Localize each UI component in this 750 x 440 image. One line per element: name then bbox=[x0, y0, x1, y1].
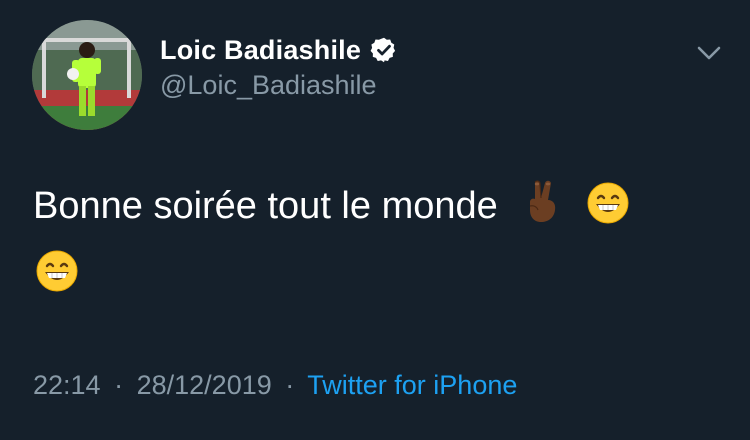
tweet-time[interactable]: 22:14 bbox=[33, 370, 101, 400]
tweet-body: Bonne soirée tout le monde bbox=[33, 185, 498, 227]
tweet-date[interactable]: 28/12/2019 bbox=[137, 370, 272, 400]
author-name-row[interactable]: Loic Badiashile bbox=[160, 30, 398, 70]
grinning-face-smiling-eyes-icon bbox=[36, 249, 78, 311]
tweet-meta: 22:14 · 28/12/2019 · Twitter for iPhone bbox=[33, 370, 517, 401]
meta-separator: · bbox=[114, 370, 124, 400]
tweet-source-link[interactable]: Twitter for iPhone bbox=[307, 370, 517, 400]
chevron-down-icon[interactable] bbox=[692, 38, 726, 68]
verified-badge-icon bbox=[370, 36, 398, 64]
victory-hand-icon bbox=[522, 178, 564, 243]
meta-separator: · bbox=[285, 370, 295, 400]
avatar-photo bbox=[32, 20, 142, 130]
avatar[interactable] bbox=[32, 20, 142, 130]
display-name[interactable]: Loic Badiashile bbox=[160, 35, 361, 66]
tweet-text: Bonne soirée tout le monde bbox=[33, 175, 723, 311]
author-handle[interactable]: @Loic_Badiashile bbox=[160, 70, 377, 101]
grinning-face-smiling-eyes-icon bbox=[587, 181, 629, 243]
